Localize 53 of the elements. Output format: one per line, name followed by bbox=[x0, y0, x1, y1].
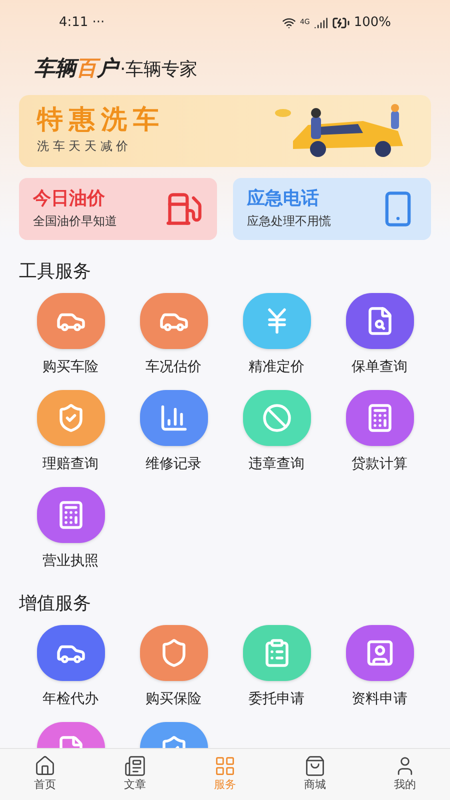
service-label[interactable]: 购买保险 bbox=[146, 689, 202, 710]
signal-icon bbox=[314, 16, 328, 30]
service-tile[interactable] bbox=[242, 390, 310, 446]
service-tile[interactable] bbox=[346, 390, 414, 446]
nav-tab[interactable]: 文章 bbox=[90, 749, 180, 800]
service-label[interactable]: 维修记录 bbox=[146, 454, 202, 475]
card-subtitle: 应急处理不用慌 bbox=[247, 213, 331, 230]
newspaper-icon bbox=[124, 755, 146, 778]
service-tile[interactable] bbox=[140, 390, 208, 446]
service-label[interactable]: 年检代办 bbox=[42, 689, 98, 710]
service-label[interactable]: 购买车险 bbox=[42, 357, 98, 378]
service-tile[interactable] bbox=[346, 625, 414, 681]
battery-percent: 100% bbox=[354, 14, 391, 32]
service-label[interactable]: 保单查询 bbox=[352, 357, 408, 378]
service-tile[interactable] bbox=[242, 625, 310, 681]
nav-tab[interactable]: 我的 bbox=[360, 749, 450, 800]
status-more: ··· bbox=[92, 14, 105, 32]
card-title: 今日油价 bbox=[33, 188, 106, 210]
nav-tab[interactable]: 首页 bbox=[0, 749, 90, 800]
nav-tab[interactable]: 商城 bbox=[270, 749, 360, 800]
service-label[interactable]: 资料申请 bbox=[352, 689, 408, 710]
service-label[interactable]: 精准定价 bbox=[248, 357, 304, 378]
fuel-pump-icon bbox=[165, 190, 203, 228]
banner-subtitle: 洗 车 天 天 减 价 bbox=[37, 138, 130, 155]
service-tile[interactable] bbox=[36, 390, 104, 446]
service-tile[interactable] bbox=[36, 625, 104, 681]
service-tile[interactable] bbox=[140, 625, 208, 681]
service-tile[interactable] bbox=[36, 293, 104, 349]
section-title: 工具服务 bbox=[19, 260, 92, 284]
service-tile[interactable] bbox=[140, 293, 208, 349]
service-label[interactable]: 委托申请 bbox=[248, 689, 304, 710]
service-label[interactable]: 贷款计算 bbox=[352, 454, 408, 475]
app-logo: 车辆百户 bbox=[34, 53, 118, 85]
card-subtitle: 全国油价早知道 bbox=[33, 213, 117, 230]
service-tile[interactable] bbox=[346, 293, 414, 349]
car-wash-banner[interactable]: 特惠洗车 洗 车 天 天 减 价 bbox=[19, 95, 431, 167]
service-label[interactable]: 理赔查询 bbox=[42, 454, 98, 475]
service-label[interactable]: 违章查询 bbox=[248, 454, 304, 475]
grid-icon bbox=[214, 755, 236, 778]
wifi-icon bbox=[282, 16, 296, 30]
info-card[interactable]: 今日油价 全国油价早知道 bbox=[19, 178, 217, 240]
service-label[interactable]: 车况估价 bbox=[146, 357, 202, 378]
service-label[interactable]: 营业执照 bbox=[42, 551, 98, 572]
card-title: 应急电话 bbox=[247, 188, 320, 210]
info-card[interactable]: 应急电话 应急处理不用慌 bbox=[233, 178, 431, 240]
banner-title: 特惠洗车 bbox=[37, 107, 165, 133]
section-title: 增值服务 bbox=[19, 592, 92, 616]
app-slogan: ·车辆专家 bbox=[120, 58, 198, 82]
service-tile[interactable] bbox=[242, 293, 310, 349]
status-time: 4:11 bbox=[59, 14, 88, 32]
service-tile[interactable] bbox=[36, 487, 104, 543]
bag-icon bbox=[304, 755, 326, 778]
home-icon bbox=[34, 755, 56, 778]
